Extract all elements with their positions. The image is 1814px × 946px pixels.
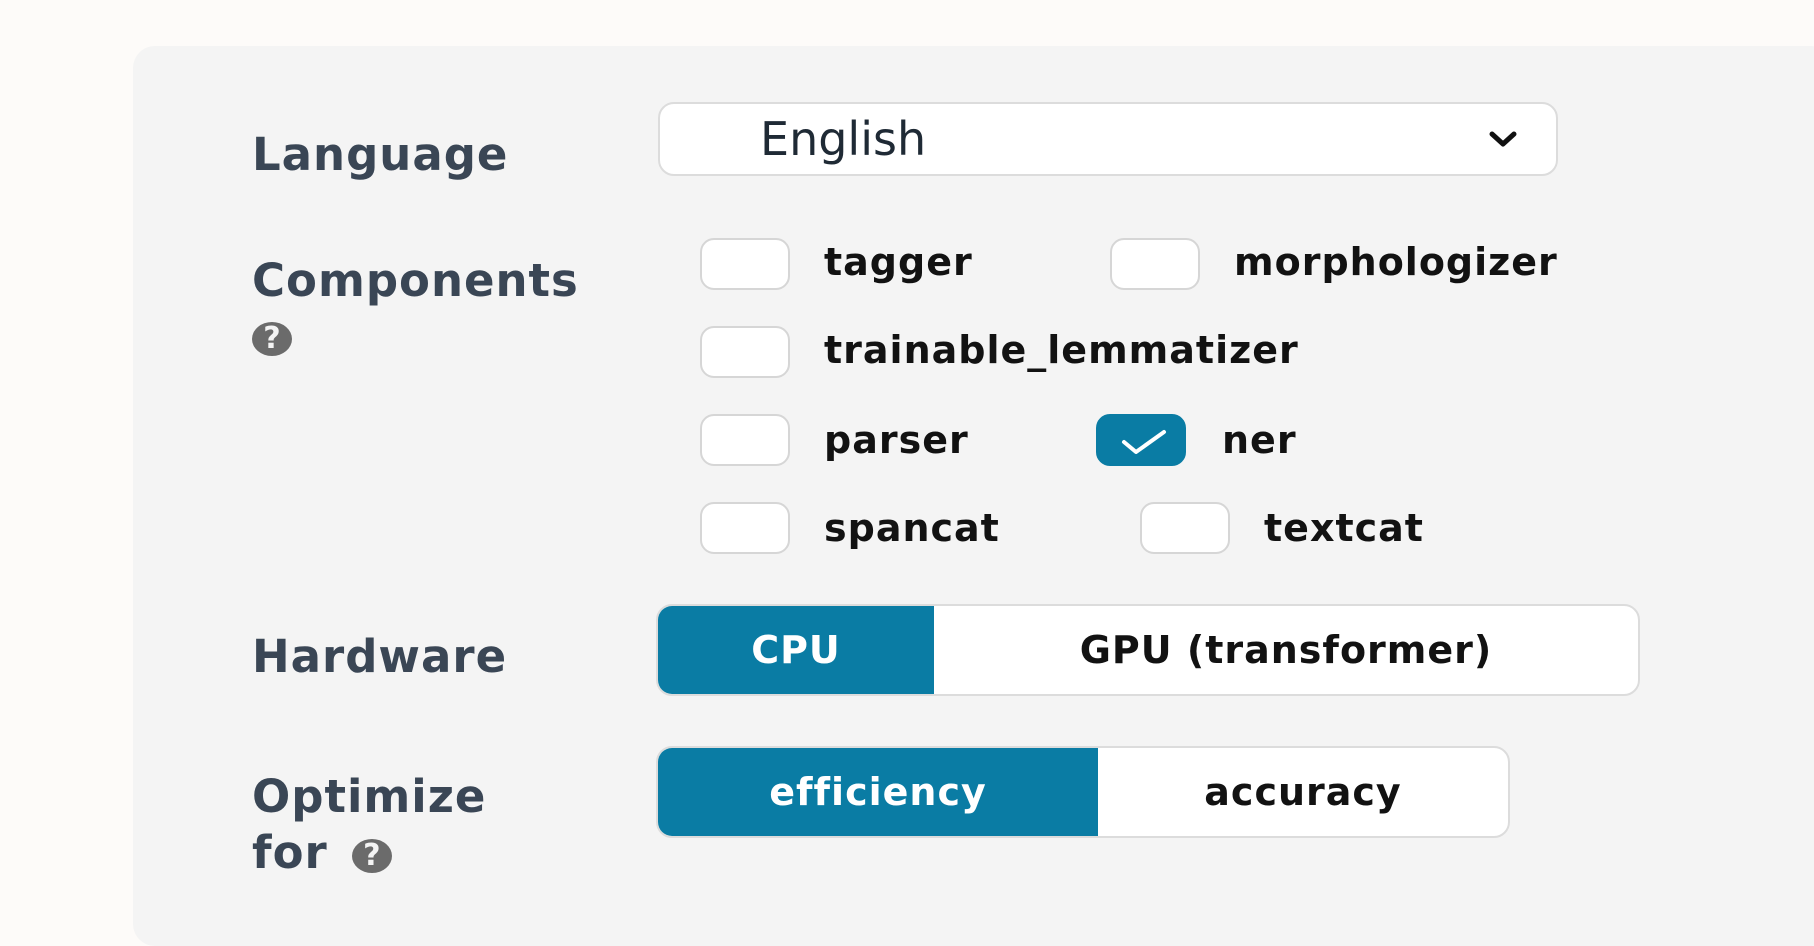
checkbox-label-morphologizer[interactable]: morphologizer	[1234, 236, 1558, 288]
components-label: Components	[252, 254, 579, 307]
optimize-label-line2-wrap: for ?	[252, 822, 393, 884]
checkbox-tagger[interactable]	[700, 238, 790, 290]
checkbox-label-ner[interactable]: ner	[1222, 414, 1297, 466]
checkbox-label-spancat[interactable]: spancat	[824, 502, 1000, 554]
question-circle-icon[interactable]: ?	[252, 322, 292, 356]
checkbox-label-textcat[interactable]: textcat	[1264, 502, 1424, 554]
optimize-option-accuracy[interactable]: accuracy	[1098, 748, 1508, 836]
language-label: Language	[252, 128, 509, 181]
checkbox-trainable-lemmatizer[interactable]	[700, 326, 790, 378]
checkbox-label-parser[interactable]: parser	[824, 414, 969, 466]
optimize-label-line1: Optimize	[252, 770, 487, 823]
question-circle-icon[interactable]: ?	[352, 839, 393, 873]
hardware-toggle: CPU GPU (transformer)	[656, 604, 1640, 696]
checkbox-ner[interactable]	[1096, 414, 1186, 466]
checkbox-spancat[interactable]	[700, 502, 790, 554]
hardware-option-cpu[interactable]: CPU	[658, 606, 934, 694]
components-help-icon-wrap[interactable]: ?	[252, 322, 292, 356]
checkbox-label-trainable-lemmatizer[interactable]: trainable_lemmatizer	[824, 324, 1299, 376]
checkmark-icon	[1122, 430, 1166, 454]
hardware-label: Hardware	[252, 630, 508, 683]
checkbox-textcat[interactable]	[1140, 502, 1230, 554]
hardware-option-gpu[interactable]: GPU (transformer)	[934, 606, 1638, 694]
chevron-down-icon	[1489, 131, 1517, 147]
checkbox-parser[interactable]	[700, 414, 790, 466]
optimize-option-efficiency[interactable]: efficiency	[658, 748, 1098, 836]
language-select-value: English	[760, 112, 927, 166]
optimize-label-line2: for	[252, 826, 328, 879]
checkbox-label-tagger[interactable]: tagger	[824, 236, 973, 288]
optimize-toggle: efficiency accuracy	[656, 746, 1510, 838]
checkbox-morphologizer[interactable]	[1110, 238, 1200, 290]
language-select[interactable]: English	[658, 102, 1558, 176]
